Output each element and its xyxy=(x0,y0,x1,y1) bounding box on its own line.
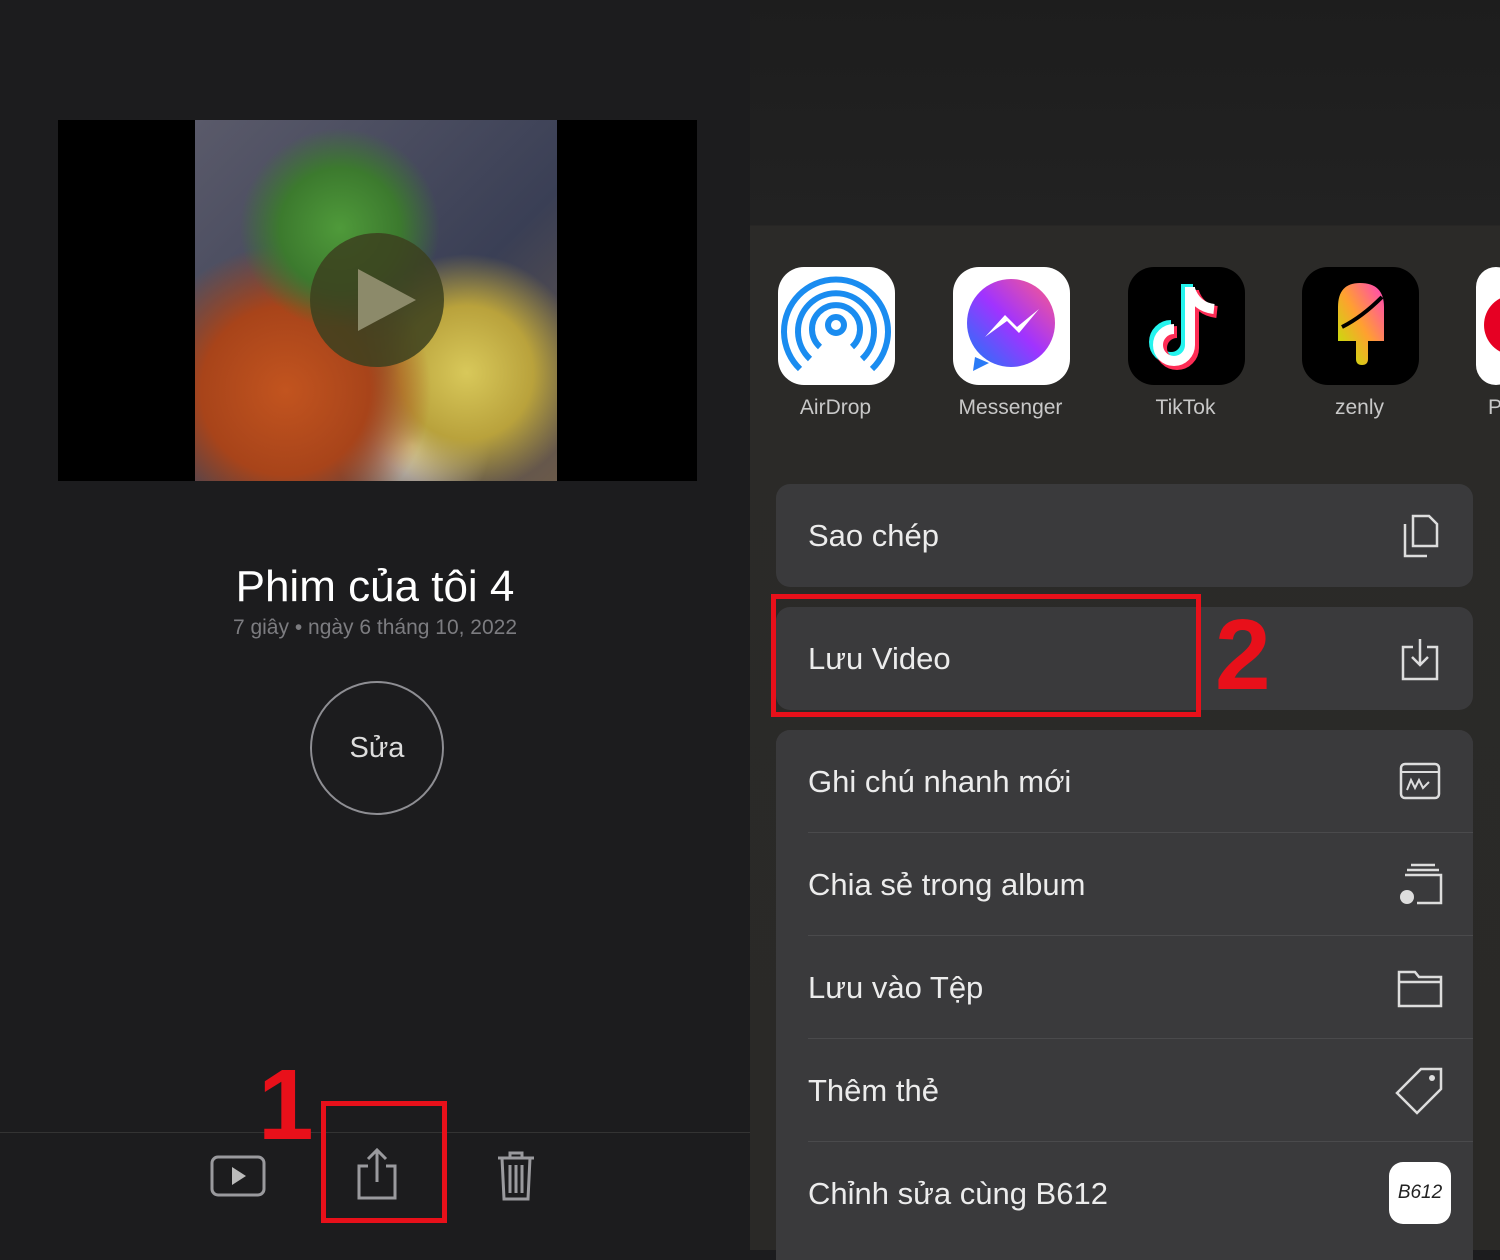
step1-highlight xyxy=(321,1101,447,1223)
airdrop-icon xyxy=(781,276,891,372)
step2-label: 2 xyxy=(1215,599,1271,711)
app-zenly[interactable] xyxy=(1302,267,1419,385)
action-group: Ghi chú nhanh mới Chia sẻ trong album Lư… xyxy=(776,730,1473,1260)
play-icon[interactable] xyxy=(310,233,444,367)
shared-album-icon xyxy=(1400,863,1443,905)
save-download-icon xyxy=(1401,639,1439,681)
app-partial[interactable] xyxy=(1476,267,1500,385)
b612-icon: B612 xyxy=(1389,1162,1451,1224)
app-messenger[interactable] xyxy=(953,267,1070,385)
action-add-tag[interactable]: Thêm thẻ xyxy=(776,1039,1473,1142)
tag-icon xyxy=(1395,1067,1443,1115)
zenly-icon xyxy=(1338,283,1384,365)
video-title: Phim của tôi 4 xyxy=(235,562,515,611)
app-label: TikTok xyxy=(1155,396,1216,419)
app-label: zenly xyxy=(1334,396,1385,419)
action-label: Chỉnh sửa cùng B612 xyxy=(808,1176,1108,1211)
tiktok-icon xyxy=(1149,284,1218,370)
app-label: AirDrop xyxy=(799,396,872,419)
copy-icon xyxy=(1403,514,1439,558)
action-label: Sao chép xyxy=(808,518,939,553)
action-copy[interactable]: Sao chép xyxy=(776,484,1473,587)
step1-label: 1 xyxy=(258,1049,314,1161)
app-label: Messenger xyxy=(958,396,1063,419)
quick-note-icon xyxy=(1399,762,1441,800)
action-shared-album[interactable]: Chia sẻ trong album xyxy=(776,833,1473,936)
action-quick-note[interactable]: Ghi chú nhanh mới xyxy=(776,730,1473,833)
app-airdrop[interactable] xyxy=(778,267,895,385)
action-label: Lưu vào Tệp xyxy=(808,970,984,1005)
messenger-icon xyxy=(967,279,1055,371)
action-label: Ghi chú nhanh mới xyxy=(808,764,1072,799)
action-label: Chia sẻ trong album xyxy=(808,867,1086,902)
action-label: Thêm thẻ xyxy=(808,1073,939,1108)
video-thumbnail xyxy=(195,120,557,481)
app-tiktok[interactable] xyxy=(1128,267,1245,385)
folder-icon xyxy=(1397,970,1443,1008)
edit-button[interactable]: Sửa xyxy=(310,681,444,815)
video-subtitle: 7 giây • ngày 6 tháng 10, 2022 xyxy=(232,616,518,639)
step2-highlight xyxy=(771,594,1201,717)
video-preview[interactable] xyxy=(58,120,697,481)
video-detail-panel: Phim của tôi 4 7 giây • ngày 6 tháng 10,… xyxy=(0,0,750,1250)
trash-icon[interactable] xyxy=(496,1150,536,1202)
action-edit-b612[interactable]: Chỉnh sửa cùng B612 B612 xyxy=(776,1142,1473,1245)
action-save-to-files[interactable]: Lưu vào Tệp xyxy=(776,936,1473,1039)
app-label: P xyxy=(1488,396,1500,419)
